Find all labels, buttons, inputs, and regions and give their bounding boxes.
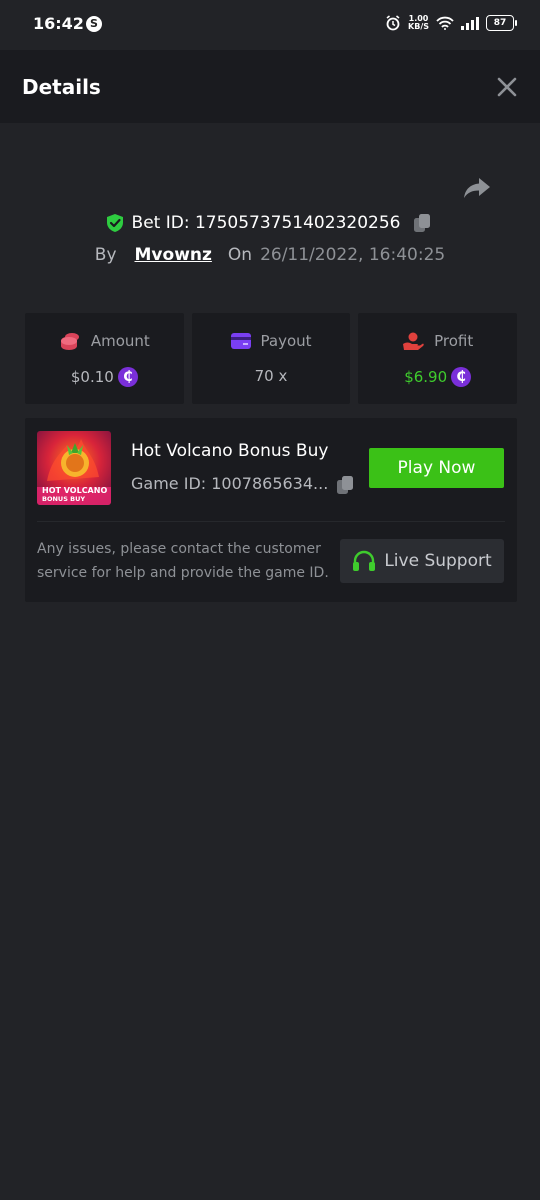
game-id: Game ID: 1007865634...: [131, 474, 329, 493]
status-icons: 1.00 KB/S 87: [385, 15, 517, 31]
status-time: 16:42: [33, 14, 84, 33]
stat-value: 70 x: [192, 367, 351, 385]
on-label: On: [227, 245, 253, 265]
divider: [37, 521, 505, 522]
stat-label: Amount: [90, 332, 150, 350]
alarm-icon: [386, 15, 400, 31]
page-title: Details: [22, 75, 101, 99]
bet-author-row: By Mvownz On 26/11/2022, 16:40:25: [0, 245, 540, 265]
coins-icon: [60, 333, 79, 350]
verified-shield-icon: [106, 214, 123, 232]
stat-card-payout: Payout 70 x: [191, 313, 351, 404]
bet-stats: Amount $0.10 ₵ Payout 70 x Profit $6.90 …: [25, 313, 518, 404]
by-label: By: [94, 245, 117, 265]
bet-id-row: Bet ID: 1750573751402320256: [0, 212, 540, 234]
stat-value: $0.10 ₵: [25, 367, 184, 387]
game-card: HOT VOLCANO BONUS BUY Hot Volcano Bonus …: [25, 418, 517, 602]
close-icon[interactable]: [496, 76, 518, 98]
stat-header: Profit: [358, 332, 517, 350]
live-support-button[interactable]: Live Support: [340, 539, 504, 583]
stat-value: $6.90 ₵: [358, 367, 517, 387]
app-notification-icon: S: [86, 16, 102, 32]
card-icon: [230, 333, 251, 349]
thumb-title-line1: HOT VOLCANO: [42, 486, 107, 495]
play-now-button[interactable]: Play Now: [369, 448, 504, 488]
game-thumbnail[interactable]: HOT VOLCANO BONUS BUY: [37, 431, 111, 505]
bet-date: 26/11/2022, 16:40:25: [260, 245, 446, 265]
profit-value: $6.90: [404, 368, 448, 386]
wifi-icon: [436, 16, 454, 30]
copy-icon[interactable]: [412, 212, 434, 234]
thumb-title-line2: BONUS BUY: [42, 495, 85, 503]
details-header: Details: [0, 50, 540, 123]
stat-card-amount: Amount $0.10 ₵: [25, 313, 184, 404]
stat-label: Profit: [434, 332, 474, 350]
currency-coin-icon: ₵: [117, 367, 138, 387]
stat-header: Payout: [192, 332, 351, 350]
stat-card-profit: Profit $6.90 ₵: [358, 313, 518, 404]
support-help-text: Any issues, please contact the customer …: [37, 541, 329, 581]
net-speed-unit: KB/S: [408, 22, 429, 31]
game-thumbnail-art: HOT VOLCANO BONUS BUY: [37, 431, 111, 505]
username-link[interactable]: Mvownz: [135, 245, 212, 265]
game-name: Hot Volcano Bonus Buy: [131, 441, 329, 461]
bet-id: Bet ID: 1750573751402320256: [131, 213, 401, 233]
amount-value: $0.10: [70, 368, 114, 386]
hand-coin-icon: [403, 332, 424, 350]
stat-header: Amount: [25, 332, 184, 350]
stat-label: Payout: [260, 332, 312, 350]
live-support-label: Live Support: [384, 551, 492, 571]
headset-icon: [353, 550, 376, 571]
share-icon[interactable]: [462, 176, 492, 200]
network-speed: 1.00 KB/S: [408, 15, 429, 31]
payout-value: 70 x: [254, 367, 288, 385]
battery-indicator: 87: [486, 15, 517, 31]
currency-coin-icon: ₵: [451, 367, 472, 387]
copy-game-id-icon[interactable]: [335, 474, 357, 496]
signal-icon: [461, 16, 479, 30]
status-bar: 16:42 S 1.00 KB/S 87: [0, 0, 540, 50]
